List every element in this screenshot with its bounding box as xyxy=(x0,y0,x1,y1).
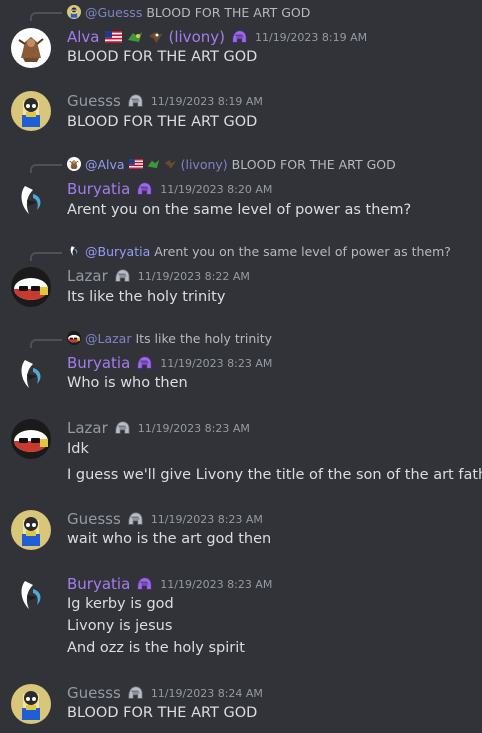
author-name[interactable]: Lazar xyxy=(67,267,108,285)
reply-spine xyxy=(30,252,62,261)
message-line: Ig kerby is god xyxy=(67,596,174,612)
timestamp[interactable]: 11/19/2023 8:23 AM xyxy=(160,357,272,370)
avatar[interactable] xyxy=(11,28,51,68)
message-line: Its like the holy trinity xyxy=(67,289,226,305)
message-header: Buryatia 11/19/2023 8:23 AM xyxy=(67,574,272,594)
message-header: Buryatia 11/19/2023 8:20 AM xyxy=(67,179,272,199)
reply-mention[interactable]: @Guesss xyxy=(85,5,142,20)
alva-mini-avatar-icon xyxy=(67,157,81,171)
reply-preview[interactable]: @Buryatia Arent you on the same level of… xyxy=(67,242,451,260)
message-line: BLOOD FOR THE ART GOD xyxy=(67,49,258,65)
avatar[interactable] xyxy=(11,419,51,459)
reply-preview[interactable]: @Lazar Its like the holy trinity xyxy=(67,329,272,347)
eagle-icon xyxy=(164,159,176,169)
message-line: Idk xyxy=(67,441,89,457)
reply-spine xyxy=(30,164,62,173)
green-decor-icon xyxy=(127,32,142,42)
reply-text: Its like the holy trinity xyxy=(135,330,273,346)
reply-mention[interactable]: @Buryatia xyxy=(85,244,150,259)
timestamp[interactable]: 11/19/2023 8:23 AM xyxy=(160,578,272,591)
us-flag-icon xyxy=(128,159,143,169)
avatar[interactable] xyxy=(11,354,51,394)
reply-text: Arent you on the same level of power as … xyxy=(154,243,451,259)
lazar-mini-avatar-icon xyxy=(67,331,81,345)
author-name[interactable]: Guesss xyxy=(67,684,121,702)
message-header: Guesss 11/19/2023 8:24 AM xyxy=(67,683,263,703)
author-name[interactable]: Buryatia xyxy=(67,180,130,198)
avatar[interactable] xyxy=(11,267,51,307)
message-line: Arent you on the same level of power as … xyxy=(67,202,412,218)
eagle-icon xyxy=(148,32,163,43)
buryatia-mini-avatar-icon xyxy=(67,244,81,258)
author-name[interactable]: Buryatia xyxy=(67,575,130,593)
timestamp[interactable]: 11/19/2023 8:19 AM xyxy=(255,31,367,44)
author-name[interactable]: Lazar xyxy=(67,419,108,437)
helmet-role-icon[interactable] xyxy=(113,267,131,285)
reply-preview[interactable]: @Guesss BLOOD FOR THE ART GOD xyxy=(67,3,310,21)
avatar[interactable] xyxy=(11,684,51,724)
author-name[interactable]: Guesss xyxy=(67,510,121,528)
timestamp[interactable]: 11/19/2023 8:23 AM xyxy=(151,513,263,526)
helmet-role-icon[interactable] xyxy=(126,92,144,110)
helmet-role-icon[interactable] xyxy=(126,510,144,528)
message-line: BLOOD FOR THE ART GOD xyxy=(67,114,258,130)
avatar[interactable] xyxy=(11,510,51,550)
timestamp[interactable]: 11/19/2023 8:23 AM xyxy=(138,422,250,435)
helmet-role-icon[interactable] xyxy=(126,684,144,702)
timestamp[interactable]: 11/19/2023 8:22 AM xyxy=(138,270,250,283)
guesss-mini-avatar-icon xyxy=(67,5,81,19)
reply-mention[interactable]: @Alva xyxy=(85,157,125,172)
author-name[interactable]: Guesss xyxy=(67,92,121,110)
message-line: Livony is jesus xyxy=(67,618,173,634)
message-line: And ozz is the holy spirit xyxy=(67,640,245,656)
reply-mention[interactable]: @Lazar xyxy=(85,331,131,346)
timestamp[interactable]: 11/19/2023 8:24 AM xyxy=(151,687,263,700)
reply-text: BLOOD FOR THE ART GOD xyxy=(231,156,396,172)
message-header: Guesss 11/19/2023 8:23 AM xyxy=(67,509,263,529)
purple-helmet-role-icon[interactable] xyxy=(135,575,153,593)
purple-helmet-role-icon[interactable] xyxy=(135,180,153,198)
reply-spine xyxy=(30,12,62,21)
us-flag-icon xyxy=(104,31,122,43)
author-suffix: (livony) xyxy=(168,28,225,46)
message-header: Alva (livony) 11/19/2023 8:19 AM xyxy=(67,27,367,47)
avatar[interactable] xyxy=(11,91,51,131)
helmet-role-icon[interactable] xyxy=(113,419,131,437)
message-line: Who is who then xyxy=(67,375,188,391)
message-header: Lazar 11/19/2023 8:23 AM xyxy=(67,418,250,438)
message-line: I guess we'll give Livony the title of t… xyxy=(67,467,482,483)
reply-spine xyxy=(30,339,62,348)
chat-message-list: @Guesss BLOOD FOR THE ART GOD Alva (livo… xyxy=(0,0,482,733)
timestamp[interactable]: 11/19/2023 8:19 AM xyxy=(151,95,263,108)
timestamp[interactable]: 11/19/2023 8:20 AM xyxy=(160,183,272,196)
message-line: BLOOD FOR THE ART GOD xyxy=(67,705,258,721)
avatar[interactable] xyxy=(11,575,51,615)
reply-text: BLOOD FOR THE ART GOD xyxy=(146,4,311,20)
message-header: Lazar 11/19/2023 8:22 AM xyxy=(67,266,250,286)
reply-mention-suffix: (livony) xyxy=(180,156,228,172)
purple-helmet-role-icon[interactable] xyxy=(230,28,248,46)
author-name[interactable]: Buryatia xyxy=(67,354,130,372)
purple-helmet-role-icon[interactable] xyxy=(135,354,153,372)
green-decor-icon xyxy=(147,159,159,169)
reply-preview[interactable]: @Alva (livony) BLOOD FOR THE ART GOD xyxy=(67,155,396,173)
message-header: Buryatia 11/19/2023 8:23 AM xyxy=(67,353,272,373)
message-header: Guesss 11/19/2023 8:19 AM xyxy=(67,91,263,111)
avatar[interactable] xyxy=(11,180,51,220)
message-line: wait who is the art god then xyxy=(67,531,272,547)
author-name[interactable]: Alva xyxy=(67,28,100,46)
